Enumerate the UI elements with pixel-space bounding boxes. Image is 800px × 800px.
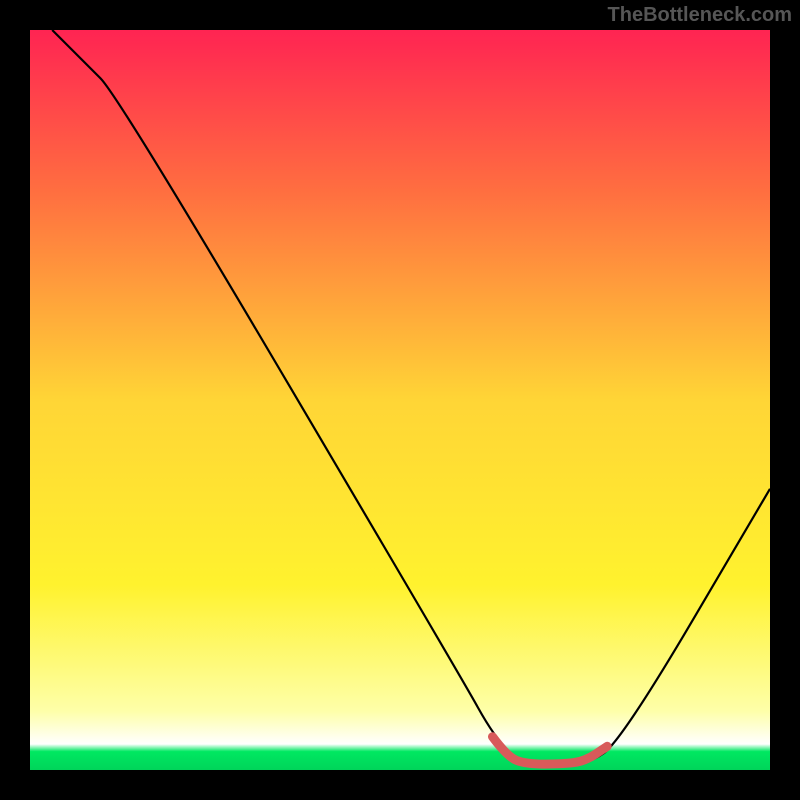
- chart-container: TheBottleneck.com: [0, 0, 800, 800]
- bottleneck-chart: [0, 0, 800, 800]
- watermark-text: TheBottleneck.com: [608, 4, 792, 27]
- plot-background: [30, 30, 770, 770]
